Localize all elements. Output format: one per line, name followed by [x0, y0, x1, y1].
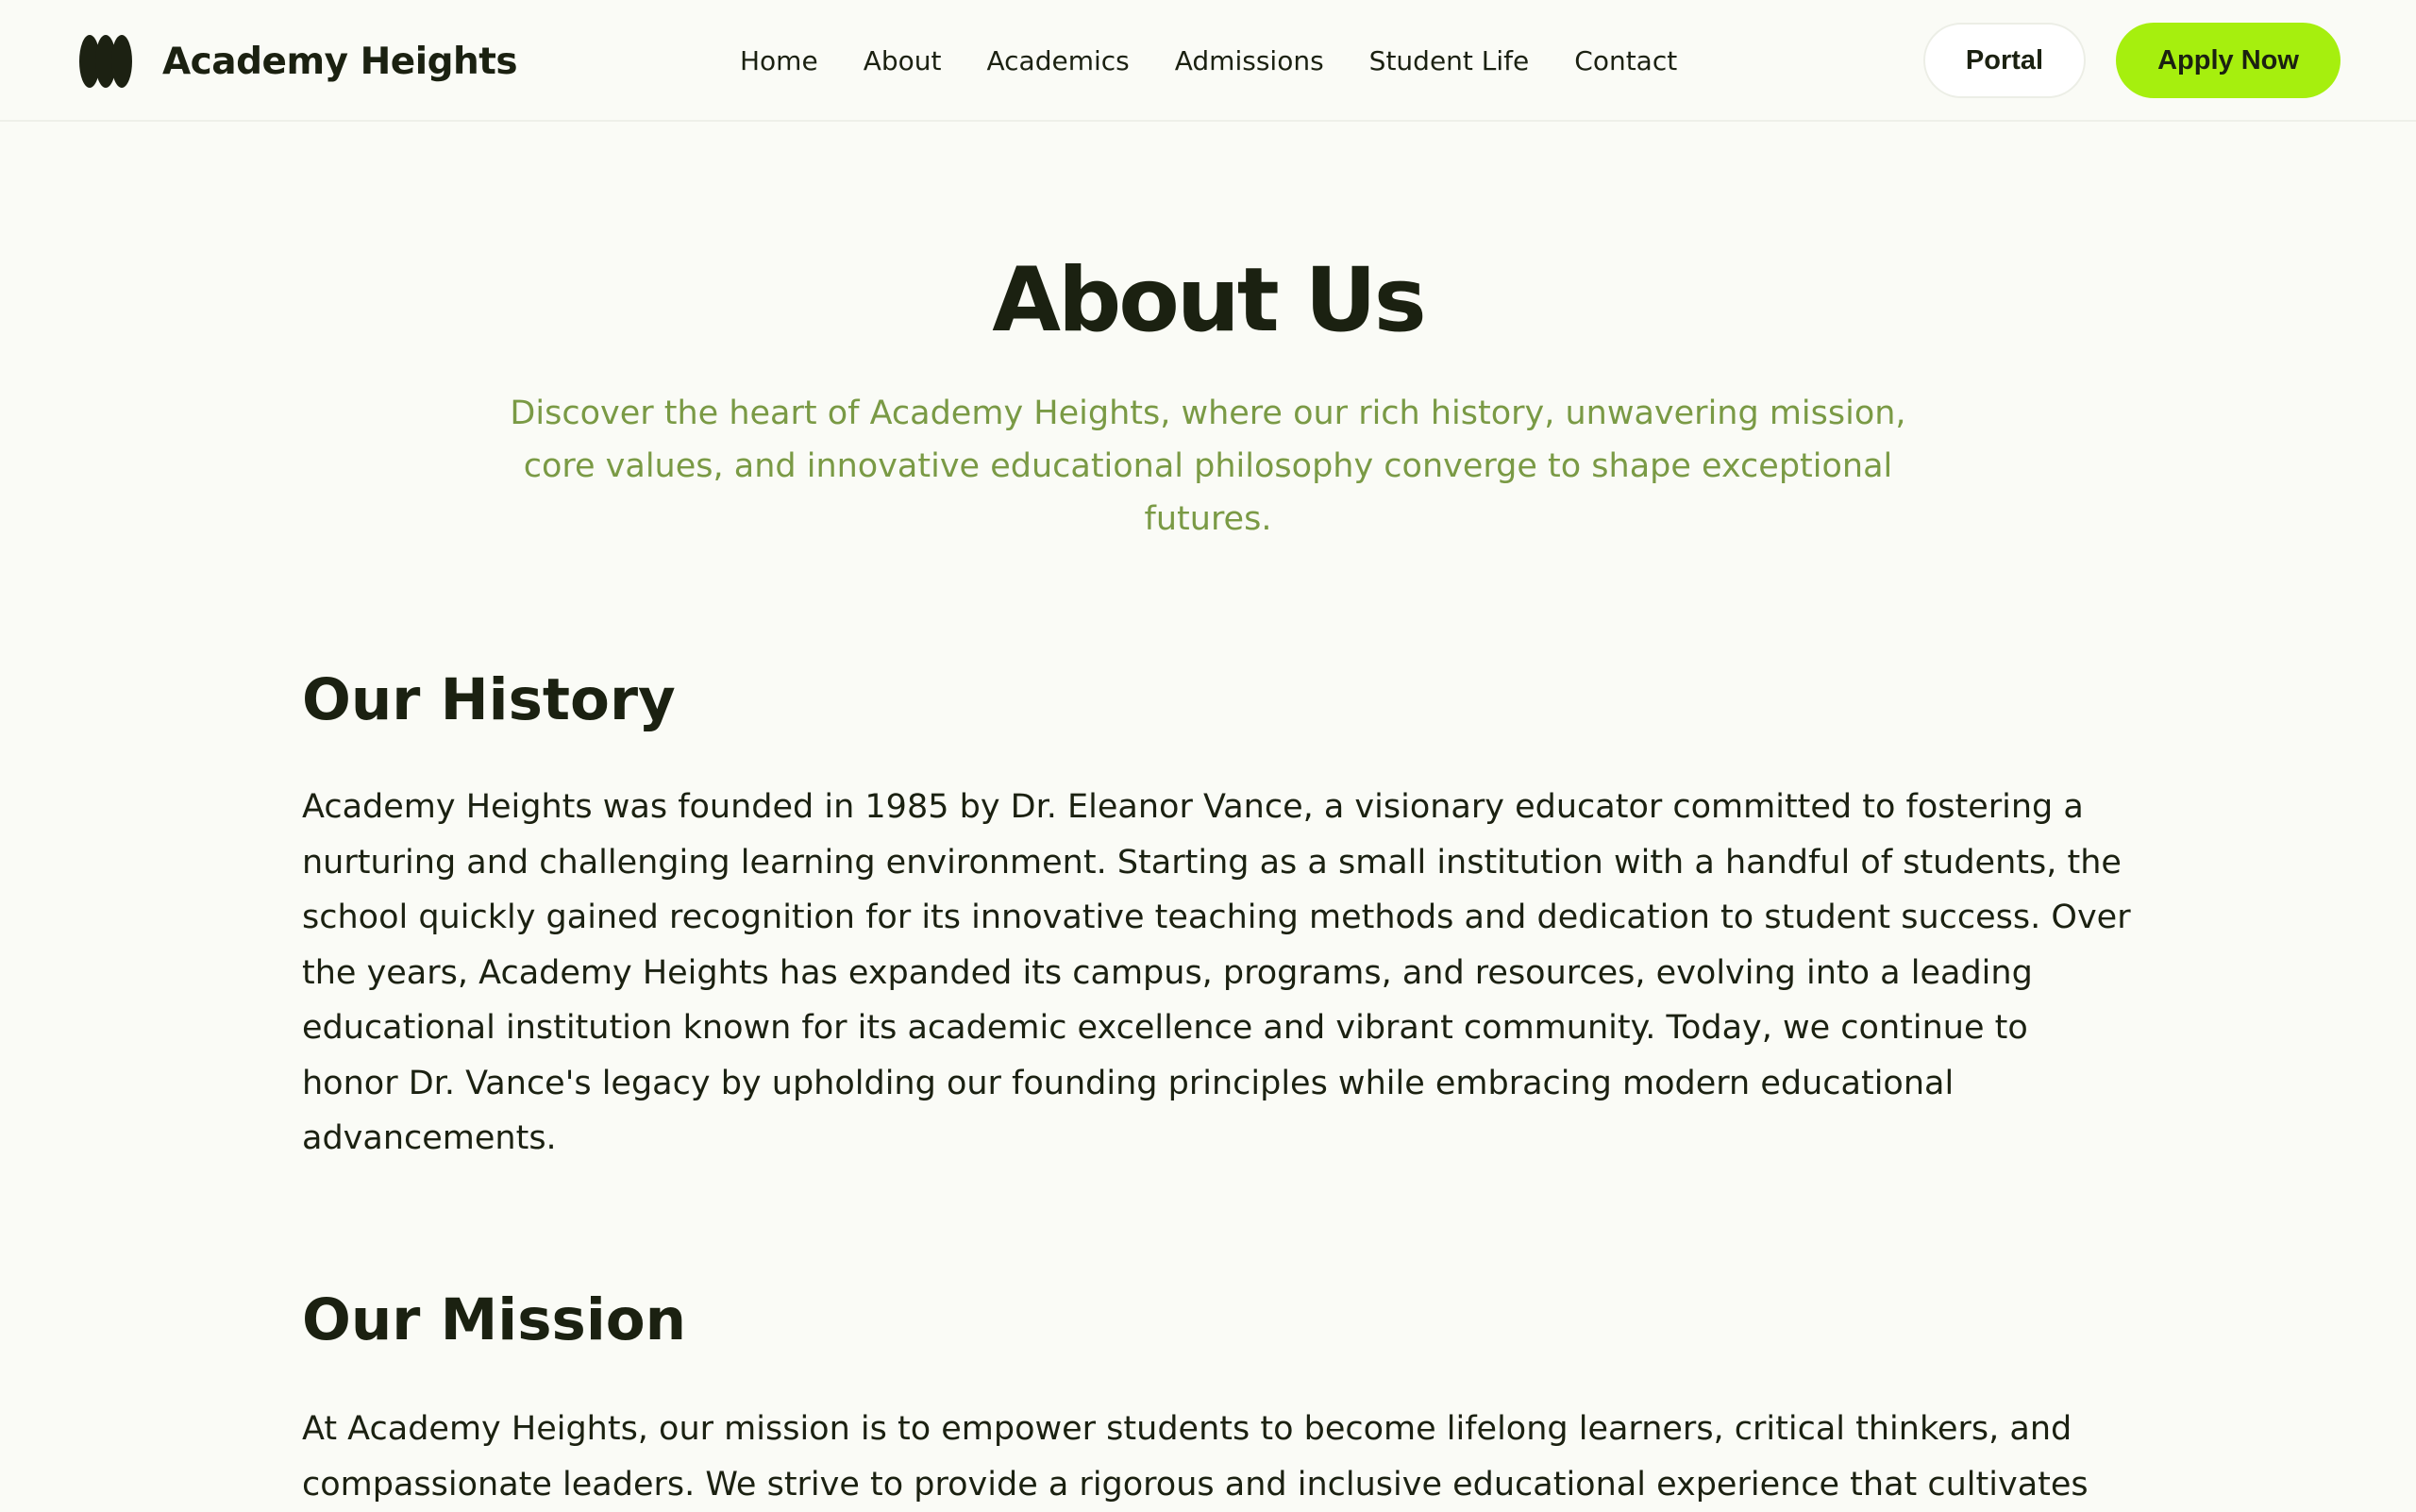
- top-navbar: Academy Heights Home About Academics Adm…: [0, 0, 2416, 122]
- history-heading: Our History: [302, 666, 676, 733]
- nav-link-about[interactable]: About: [864, 45, 942, 76]
- nav-link-home[interactable]: Home: [740, 45, 818, 76]
- mission-body: At Academy Heights, our mission is to em…: [302, 1410, 2089, 1504]
- brand[interactable]: Academy Heights: [79, 34, 518, 89]
- page-title: About Us: [992, 249, 1426, 352]
- nav-link-admissions[interactable]: Admissions: [1175, 45, 1324, 76]
- apply-now-button[interactable]: Apply Now: [2116, 23, 2340, 98]
- mission-heading: Our Mission: [302, 1286, 687, 1353]
- nav-link-student-life[interactable]: Student Life: [1369, 45, 1530, 76]
- nav-link-academics[interactable]: Academics: [986, 45, 1129, 76]
- brand-name: Academy Heights: [162, 40, 518, 83]
- academy-heights-logo-icon: [79, 35, 132, 88]
- page-subtitle: Discover the heart of Academy Heights, w…: [510, 395, 1906, 538]
- history-body: Academy Heights was founded in 1985 by D…: [302, 788, 2131, 1157]
- portal-button[interactable]: Portal: [1923, 23, 2086, 98]
- main-nav: Home About Academics Admissions Student …: [740, 42, 1677, 79]
- nav-link-contact[interactable]: Contact: [1574, 45, 1677, 76]
